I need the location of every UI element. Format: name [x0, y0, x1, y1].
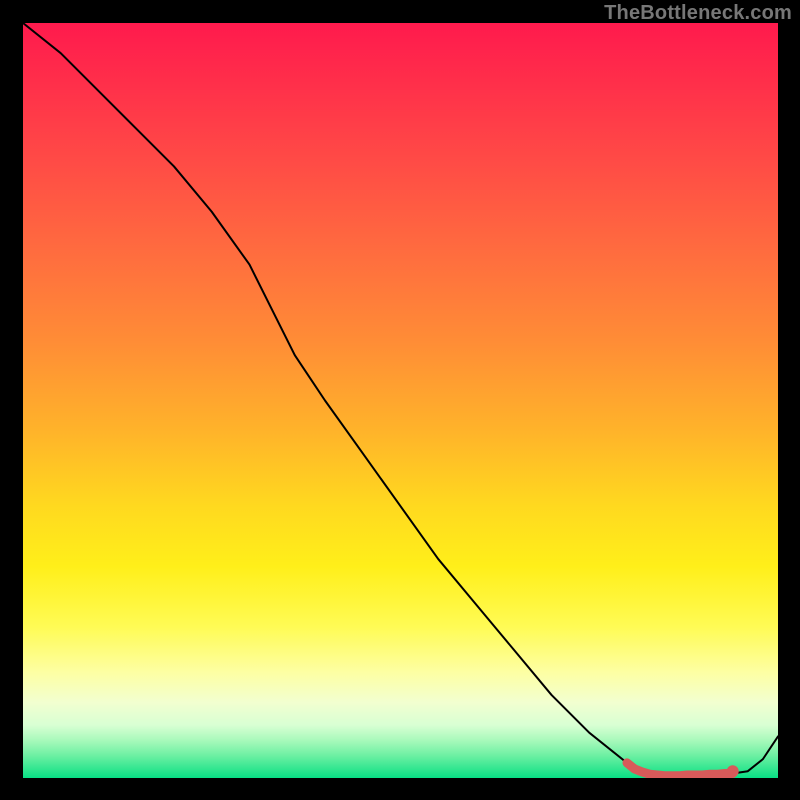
watermark-label: TheBottleneck.com	[604, 2, 792, 25]
chart-frame: TheBottleneck.com	[0, 0, 800, 800]
plot-background	[23, 23, 778, 778]
